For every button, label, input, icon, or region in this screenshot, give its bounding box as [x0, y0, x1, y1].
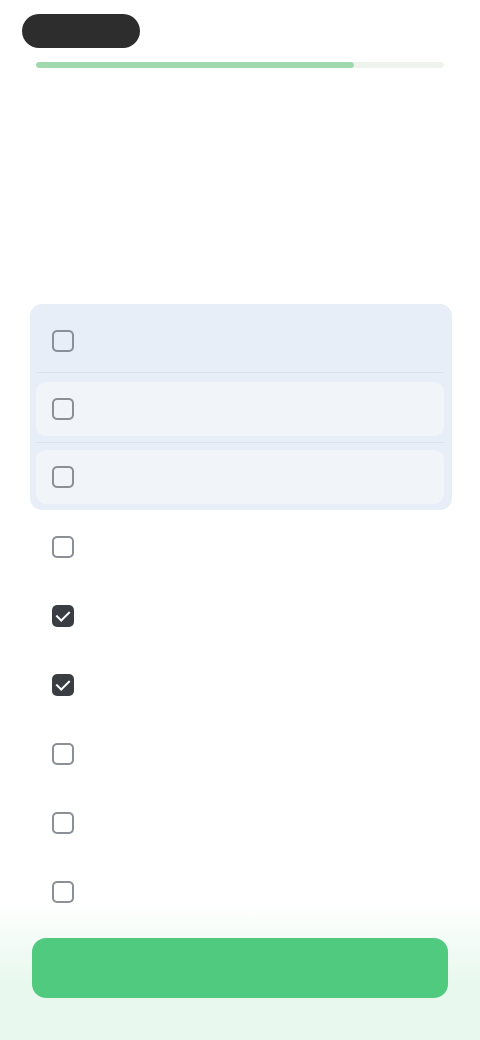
- top-right-link[interactable]: [352, 22, 444, 38]
- option-7[interactable]: [36, 727, 444, 781]
- divider: [36, 372, 444, 373]
- option-3[interactable]: [36, 450, 444, 504]
- progress-bar: [36, 62, 444, 68]
- checkbox[interactable]: [52, 605, 74, 627]
- option-2[interactable]: [36, 382, 444, 436]
- checkbox[interactable]: [52, 330, 74, 352]
- continue-button[interactable]: [32, 938, 448, 998]
- checkbox[interactable]: [52, 674, 74, 696]
- checkbox[interactable]: [52, 398, 74, 420]
- top-bar: [0, 0, 480, 72]
- divider: [36, 442, 444, 443]
- option-6[interactable]: [36, 658, 444, 712]
- checkbox[interactable]: [52, 743, 74, 765]
- option-1[interactable]: [36, 314, 444, 368]
- checkbox[interactable]: [52, 466, 74, 488]
- progress-fill: [36, 62, 355, 68]
- checkbox[interactable]: [52, 812, 74, 834]
- logo[interactable]: [22, 14, 140, 48]
- option-5[interactable]: [36, 589, 444, 643]
- option-4[interactable]: [36, 520, 444, 574]
- checkbox[interactable]: [52, 536, 74, 558]
- option-8[interactable]: [36, 796, 444, 850]
